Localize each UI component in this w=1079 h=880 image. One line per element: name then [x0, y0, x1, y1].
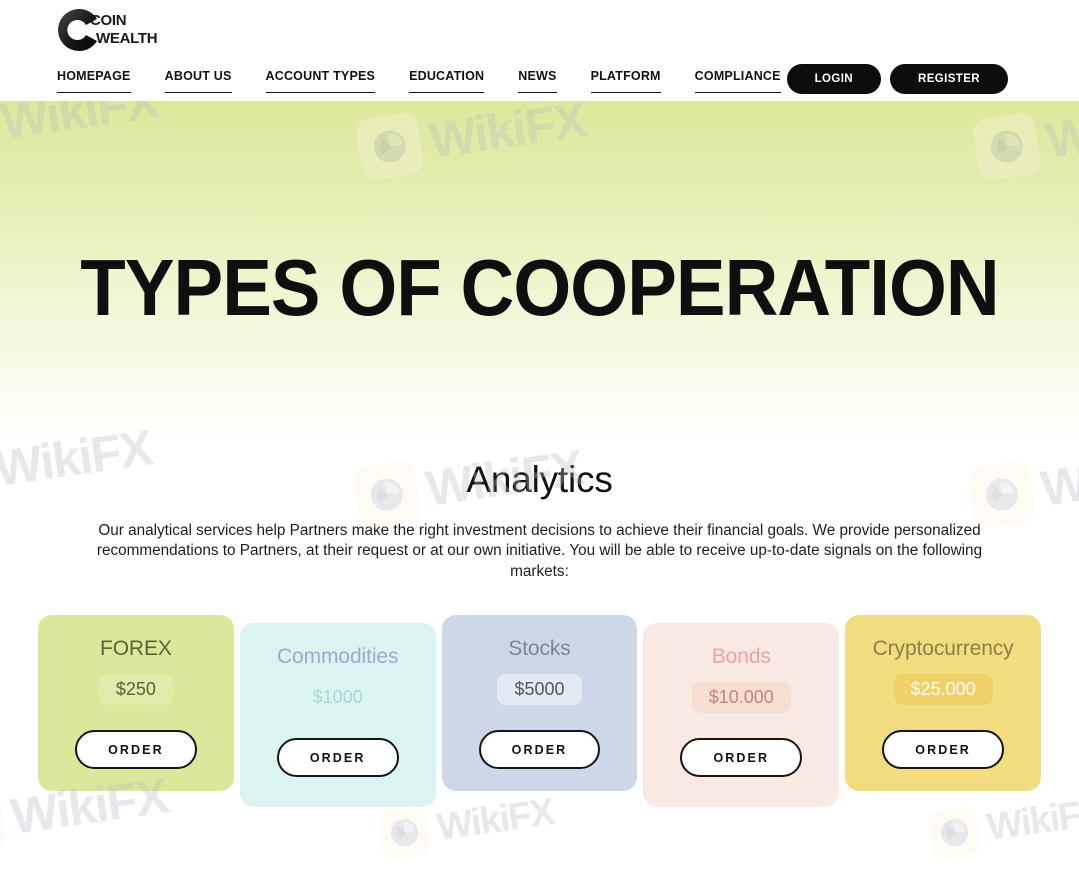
order-button[interactable]: ORDER	[276, 738, 399, 778]
card-bonds[interactable]: Bonds $10.000 ORDER	[643, 623, 840, 808]
order-button[interactable]: ORDER	[882, 730, 1004, 770]
wikifx-logo-icon	[377, 805, 432, 860]
card-forex[interactable]: FOREX $250 ORDER	[38, 615, 234, 792]
card-price: $10.000	[691, 682, 791, 714]
brand-logo-line1: COIN	[90, 12, 127, 29]
main-navigation: HOMEPAGE ABOUT US ACCOUNT TYPES EDUCATIO…	[57, 69, 781, 93]
card-price: $250	[98, 674, 173, 706]
order-button[interactable]: ORDER	[680, 738, 803, 778]
site-header: COIN WEALTH HOMEPAGE ABOUT US ACCOUNT TY…	[0, 0, 1079, 101]
card-title: Commodities	[276, 645, 399, 669]
card-commodities[interactable]: Commodities $1000 ORDER	[239, 623, 436, 808]
card-title: FOREX	[99, 637, 172, 661]
brand-logo[interactable]: COIN WEALTH	[56, 4, 176, 56]
auth-buttons: LOGIN REGISTER	[786, 64, 1008, 94]
order-button[interactable]: ORDER	[478, 730, 601, 770]
nav-item-compliance[interactable]: COMPLIANCE	[694, 69, 781, 93]
card-title: Bonds	[711, 645, 771, 669]
card-stocks[interactable]: Stocks $5000 ORDER	[441, 615, 638, 792]
nav-item-homepage[interactable]: HOMEPAGE	[57, 69, 131, 93]
card-price: $5000	[497, 674, 582, 706]
card-title: Stocks	[508, 637, 571, 661]
section-description: Our analytical services help Partners ma…	[96, 521, 983, 580]
analytics-section: Analytics Our analytical services help P…	[0, 440, 1079, 808]
brand-logo-text: COIN WEALTH	[90, 12, 158, 47]
nav-item-about-us[interactable]: ABOUT US	[164, 69, 232, 93]
brand-logo-line2: WEALTH	[96, 30, 158, 47]
register-button[interactable]: REGISTER	[890, 64, 1008, 94]
hero-banner: TYPES OF COOPERATION	[0, 101, 1079, 440]
page-root: COIN WEALTH HOMEPAGE ABOUT US ACCOUNT TY…	[0, 0, 1079, 880]
card-price: $1000	[295, 682, 380, 714]
card-title: Cryptocurrency	[872, 637, 1014, 661]
card-cryptocurrency[interactable]: Cryptocurrency $25.000 ORDER	[845, 615, 1041, 792]
pricing-cards: FOREX $250 ORDER Commodities $1000 ORDER…	[0, 615, 1079, 808]
wikifx-logo-icon	[927, 805, 982, 860]
nav-item-news[interactable]: NEWS	[518, 69, 557, 93]
nav-item-education[interactable]: EDUCATION	[409, 69, 485, 93]
order-button[interactable]: ORDER	[75, 730, 197, 770]
card-price: $25.000	[893, 674, 993, 706]
nav-item-account-types[interactable]: ACCOUNT TYPES	[265, 69, 376, 93]
section-title: Analytics	[466, 459, 613, 500]
page-title: TYPES OF COOPERATION	[80, 243, 999, 332]
nav-item-platform[interactable]: PLATFORM	[590, 69, 661, 93]
login-button[interactable]: LOGIN	[786, 64, 881, 94]
